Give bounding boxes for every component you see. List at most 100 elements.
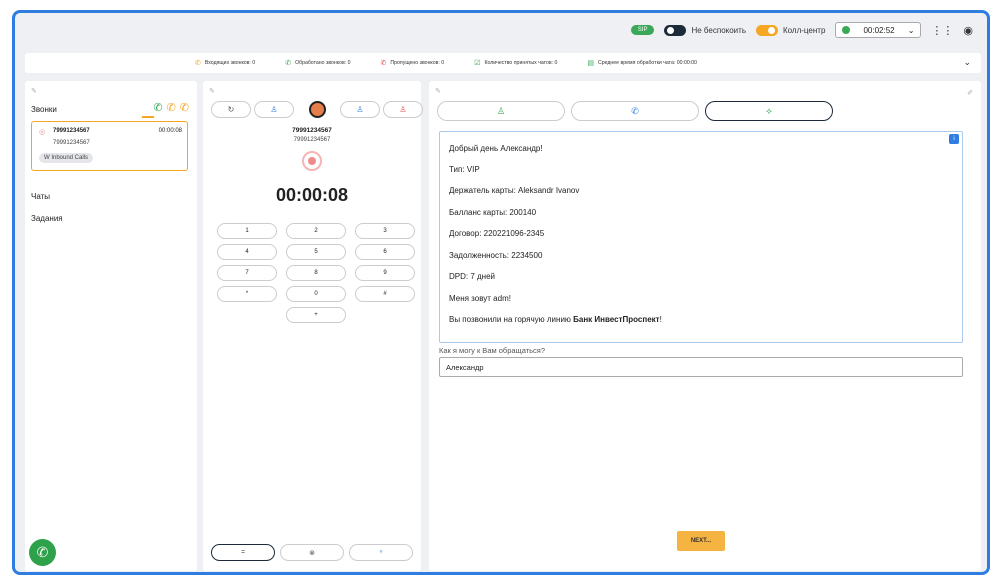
hold-button[interactable]: ↻ (211, 101, 251, 118)
bank-name: Банк ИнвестПроспект (573, 315, 660, 324)
key-1[interactable]: 1 (217, 223, 277, 239)
top-bar: SIP Не беспокоить Колл-центр 00:02:52 ⌄ … (15, 13, 987, 47)
active-call-card[interactable]: ◎ 79991234567 00:00:08 79991234567 W Inb… (31, 121, 188, 171)
stat-processed: ✆ Обработано звонков: 0 (285, 59, 350, 67)
processed-call-icon: ✆ (285, 60, 292, 67)
expand-stats-icon[interactable]: ⌄ (963, 57, 971, 68)
dnd-toggle[interactable] (664, 24, 687, 36)
script-line: DPD: 7 дней (449, 272, 496, 281)
key-plus[interactable]: + (286, 307, 346, 323)
script-box: i Добрый день Александр! Тип: VIP Держат… (439, 131, 963, 343)
script-line: Держатель карты: Aleksandr Ivanov (449, 186, 580, 195)
script-line: Добрый день Александр! (449, 144, 543, 153)
edit-icon[interactable]: ✎ (435, 87, 441, 95)
key-6[interactable]: 6 (355, 244, 415, 260)
stat-chats: ☑ Количество принятых чатов: 0 (474, 59, 557, 67)
incoming-filter-icon[interactable]: ✆ (167, 101, 176, 114)
key-7[interactable]: 7 (217, 265, 277, 281)
communications-panel: ✎ Звонки ✆ ✆ ✆ ◎ 79991234567 00:00:08 79… (25, 81, 197, 571)
tab-agent[interactable]: ♙ (437, 101, 565, 121)
callcenter-toggle-group[interactable]: Колл-центр (755, 24, 826, 36)
pause-icon: ⊗ (309, 549, 315, 557)
key-3[interactable]: 3 (355, 223, 415, 239)
tab-network[interactable]: ⟡ (705, 101, 833, 121)
edit-icon[interactable]: ✎ (31, 87, 37, 95)
phone-icon: ✆ (36, 544, 49, 560)
pause-button[interactable]: ⊗ (280, 544, 344, 561)
chevron-down-icon: ⌄ (907, 25, 915, 35)
queue-tag: W Inbound Calls (39, 153, 94, 163)
script-text: ! (659, 315, 662, 324)
phone-icon[interactable]: ✆ (153, 101, 162, 114)
stat-label: Пропущено звонков: 0 (390, 60, 445, 66)
chat-time-icon: ▤ (587, 60, 594, 67)
call-filter-icons: ✆ ✆ ✆ (153, 101, 189, 114)
callcenter-toggle[interactable] (755, 24, 778, 36)
callcenter-label: Колл-центр (782, 25, 826, 35)
incoming-call-icon: ✆ (195, 60, 201, 67)
dialer-number-secondary: 79991234567 (293, 137, 331, 143)
call-duration: 00:00:08 (158, 128, 182, 134)
call-controls: ↻ ♙ ♙ ♙ (211, 101, 423, 118)
recording-indicator-icon (302, 151, 322, 171)
key-star[interactable]: * (217, 286, 277, 302)
dialer-number: 79991234567 (292, 127, 332, 134)
next-button[interactable]: NEXT... (677, 531, 725, 551)
hangup-button[interactable]: ♙ (383, 101, 423, 118)
phone-icon: ✆ (631, 105, 639, 116)
stat-chat-time: ▤ Среднее время обработки чата: 00:00:00 (587, 59, 697, 67)
tab-call[interactable]: ✆ (571, 101, 699, 121)
person-icon: ♙ (270, 105, 278, 114)
apps-grid-icon[interactable]: ⋮⋮ (931, 24, 953, 37)
active-filter-indicator (142, 116, 154, 118)
chat-accepted-icon: ☑ (474, 60, 481, 67)
script-line: Задолженность: 2234500 (449, 251, 543, 260)
agent-icon: ♙ (496, 105, 506, 116)
keypad: 1 2 3 4 5 6 7 8 9 * 0 # + (217, 223, 415, 323)
script-line: Тип: VIP (449, 165, 480, 174)
transfer-button[interactable]: ♙ (254, 101, 294, 118)
stat-incoming: ✆ Входящих звонков: 0 (195, 59, 255, 67)
missed-call-icon: ✆ (380, 60, 387, 67)
keypad-toggle-button[interactable]: = (211, 544, 275, 561)
script-line-final: Вы позвонили на горячую линию Банк Инвес… (449, 315, 662, 324)
key-4[interactable]: 4 (217, 244, 277, 260)
key-0[interactable]: 0 (286, 286, 346, 302)
status-dot-icon (842, 26, 851, 34)
mute-button[interactable]: ♆ (349, 544, 413, 561)
keypad-icon: = (240, 549, 246, 556)
key-2[interactable]: 2 (286, 223, 346, 239)
hangup-icon: ♙ (399, 105, 407, 114)
outgoing-filter-icon[interactable]: ✆ (180, 101, 189, 114)
nav-tasks[interactable]: Задания (31, 214, 63, 223)
key-5[interactable]: 5 (286, 244, 346, 260)
caller-avatar-wrap (297, 101, 337, 118)
dnd-label: Не беспокоить (691, 25, 746, 35)
script-line: Договор: 220221096-2345 (449, 229, 545, 238)
script-text: Вы позвонили на горячую линию (449, 315, 574, 324)
edit-icon[interactable]: ✎ (209, 87, 215, 95)
stat-label: Количество принятых чатов: 0 (484, 60, 558, 66)
key-8[interactable]: 8 (286, 265, 346, 281)
info-icon[interactable]: i (949, 134, 959, 144)
script-panel: ✎ ✐ ♙ ✆ ⟡ i Добрый день Александр! Тип: … (429, 81, 981, 571)
dialer-bottom-controls: = ⊗ ♆ (211, 544, 413, 561)
pin-icon[interactable]: ✐ (967, 89, 973, 97)
dnd-toggle-group[interactable]: Не беспокоить (664, 24, 746, 36)
key-9[interactable]: 9 (355, 265, 415, 281)
stat-label: Среднее время обработки чата: 00:00:00 (597, 60, 697, 66)
user-profile-icon[interactable]: ◉ (963, 24, 973, 37)
name-input[interactable]: Александр (439, 357, 963, 377)
stats-bar: ✆ Входящих звонков: 0 ✆ Обработано звонк… (25, 53, 981, 73)
conference-icon: ♙ (356, 105, 364, 114)
phone-fab-button[interactable]: ✆ (29, 539, 56, 566)
nav-chats[interactable]: Чаты (31, 192, 50, 201)
status-select[interactable]: 00:02:52 ⌄ (835, 22, 922, 38)
microphone-icon: ♆ (378, 549, 384, 556)
app-frame: SIP Не беспокоить Колл-центр 00:02:52 ⌄ … (12, 10, 990, 575)
key-hash[interactable]: # (355, 286, 415, 302)
question-label: Как я могу к Вам обращаться? (439, 346, 546, 355)
avatar (308, 101, 326, 118)
conference-button[interactable]: ♙ (340, 101, 380, 118)
status-timer: 00:02:52 (863, 25, 895, 35)
